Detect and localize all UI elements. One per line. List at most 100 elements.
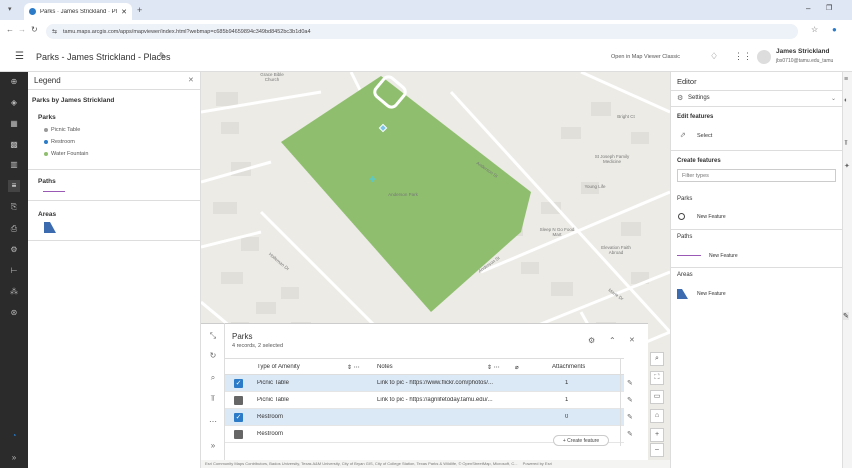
settings-dropdown[interactable]: ⚙ Settings ⌄ (671, 91, 843, 107)
menu-icon[interactable]: ☰ (15, 51, 24, 62)
expand-toolbar-icon[interactable]: » (8, 452, 20, 464)
back-icon[interactable]: ← (6, 25, 14, 34)
layers-icon[interactable]: ◈ (8, 97, 20, 109)
styles-icon[interactable]: ◐ (844, 97, 848, 104)
column-sort-icon[interactable]: ⇕ ⋯ (487, 364, 500, 371)
print-icon[interactable]: ⎙ (8, 223, 20, 235)
legend-item: Picnic Table (51, 127, 81, 133)
measure-icon[interactable]: ⊢ (8, 265, 20, 277)
search-map-button[interactable]: ⌕ (650, 352, 664, 366)
help-icon[interactable]: ◔ (8, 430, 20, 442)
new-point-feature[interactable]: New Feature (671, 209, 843, 224)
expand-table-icon[interactable]: ⤡ (207, 331, 219, 343)
legend-icon[interactable]: ≡ (8, 180, 20, 192)
add-layer-icon[interactable]: ⊕ (8, 76, 20, 88)
row-checkbox[interactable] (234, 430, 243, 439)
row-edit-column: ✎ ✎ ✎ ✎ (620, 358, 640, 446)
attachment-paperclip-icon: ⌀ (515, 365, 519, 371)
close-tab-icon[interactable]: ✕ (121, 8, 127, 16)
collapse-toolbar-icon[interactable]: » (207, 441, 219, 453)
edit-row-icon[interactable]: ✎ (627, 396, 633, 404)
avatar[interactable] (757, 50, 771, 64)
area-symbol-icon (44, 222, 56, 233)
right-toolbar: ≡ ◐ ⫪ ✦ ✎ (842, 72, 852, 468)
sketch-icon[interactable]: ⁂ (8, 286, 20, 298)
point-symbol-icon (678, 213, 685, 220)
legend-group-areas: Areas (38, 211, 57, 218)
more-options-icon[interactable]: ⋯ (207, 417, 219, 429)
close-legend-icon[interactable]: ✕ (188, 76, 194, 84)
attribution-text: Esri Community Maps Contributors, Bados … (205, 461, 518, 466)
bookmark-star-icon[interactable]: ☆ (811, 25, 818, 34)
edit-row-icon[interactable]: ✎ (627, 430, 633, 438)
edit-row-icon[interactable]: ✎ (627, 379, 633, 387)
tab-title: Parks · James Strickland · Place (40, 8, 118, 15)
line-symbol-icon (677, 255, 701, 256)
forward-icon[interactable]: → (18, 25, 26, 34)
filter-icon[interactable]: ⫪ (207, 394, 219, 406)
home-button[interactable]: ▭ (650, 390, 664, 404)
properties-icon[interactable]: ≡ (844, 76, 848, 83)
new-feature-label: New Feature (697, 291, 726, 297)
address-bar[interactable]: ⇆ tamu.maps.arcgis.com/apps/mapviewer/in… (46, 24, 798, 39)
water-fountain-feature-icon[interactable]: ✚ (369, 175, 376, 184)
edit-title-icon[interactable]: ✎ (159, 51, 166, 60)
minimize-window-icon[interactable]: – (806, 4, 810, 13)
site-info-icon[interactable]: ⇆ (52, 28, 57, 35)
cell-attachments: 0 (565, 414, 569, 420)
table-row[interactable]: Picnic Table Link to pic - https://agril… (225, 392, 624, 409)
create-group-parks: Parks (677, 196, 693, 202)
column-header-notes[interactable]: Notes (377, 364, 393, 370)
legend-layer-title: Parks by James Strickland (32, 97, 115, 104)
column-header-attachments[interactable]: Attachments (552, 364, 585, 370)
open-classic-link[interactable]: Open in Map Viewer Classic (611, 54, 680, 60)
table-row[interactable]: ✓ Picnic Table Link to pic - https://www… (225, 375, 624, 392)
restroom-symbol-icon (44, 140, 48, 144)
zoom-to-selection-icon[interactable]: ⌕ (207, 373, 219, 385)
edit-row-icon[interactable]: ✎ (627, 413, 633, 421)
select-tool[interactable]: ⬀ Select (671, 127, 843, 145)
url-text: tamu.maps.arcgis.com/apps/mapviewer/inde… (63, 28, 311, 35)
edit-tool-icon[interactable]: ✎ (843, 312, 849, 320)
column-sort-icon[interactable]: ⇕ ⋯ (347, 364, 360, 371)
new-tab-icon[interactable]: + (137, 5, 142, 15)
create-feature-button[interactable]: + Create feature (553, 435, 609, 446)
close-table-icon[interactable]: ✕ (629, 336, 635, 344)
zoom-out-button[interactable]: – (650, 443, 664, 457)
filter-types-input[interactable] (677, 169, 836, 182)
locate-button[interactable]: ⌂ (650, 409, 664, 423)
basemap-icon[interactable]: ▩ (8, 139, 20, 151)
effects-icon[interactable]: ✦ (844, 162, 850, 170)
notifications-icon[interactable]: ♢ (710, 51, 718, 62)
zoom-in-button[interactable]: + (650, 428, 664, 442)
tab-list-icon[interactable]: ▾ (8, 5, 12, 13)
reload-icon[interactable]: ↻ (31, 25, 38, 34)
table-header-row: Type of Amenity ⇕ ⋯ Notes ⇕ ⋯ ⌀ Attachme… (225, 358, 624, 375)
map-label: Grace Bible Church (260, 72, 284, 82)
browser-tab[interactable]: Parks · James Strickland · Place ✕ (24, 3, 132, 20)
collapse-table-icon[interactable]: ⌃ (609, 336, 616, 345)
row-checkbox[interactable]: ✓ (234, 413, 243, 422)
powered-by-text[interactable]: Powered by Esri (523, 461, 552, 466)
new-line-feature[interactable]: New Feature (671, 248, 843, 263)
bookmarks-list-icon[interactable]: ⊛ (8, 307, 20, 319)
row-checkbox[interactable]: ✓ (234, 379, 243, 388)
column-header-type[interactable]: Type of Amenity (257, 364, 300, 370)
cell-type: Restroom (257, 431, 284, 437)
create-group-paths: Paths (677, 234, 693, 240)
new-polygon-feature[interactable]: New Feature (671, 286, 843, 302)
table-options-icon[interactable]: ⚙ (588, 336, 595, 345)
restore-window-icon[interactable]: ❐ (826, 4, 832, 12)
share-icon[interactable]: ⚙ (8, 244, 20, 256)
refresh-icon[interactable]: ↻ (207, 351, 219, 363)
profile-icon[interactable]: ● (832, 25, 837, 34)
row-checkbox[interactable] (234, 396, 243, 405)
table-row[interactable]: ✓ Restroom 0 (225, 409, 624, 426)
charts-icon[interactable]: ▥ (8, 159, 20, 171)
map-label: Anderson Park (388, 192, 418, 197)
bookmarks-icon[interactable]: ⎘ (8, 201, 20, 213)
app-launcher-icon[interactable]: ⋮⋮ (734, 51, 752, 62)
filter-tool-icon[interactable]: ⫪ (844, 140, 848, 148)
zoom-to-button[interactable]: ⛶ (650, 371, 664, 385)
tables-icon[interactable]: ▦ (8, 118, 20, 130)
